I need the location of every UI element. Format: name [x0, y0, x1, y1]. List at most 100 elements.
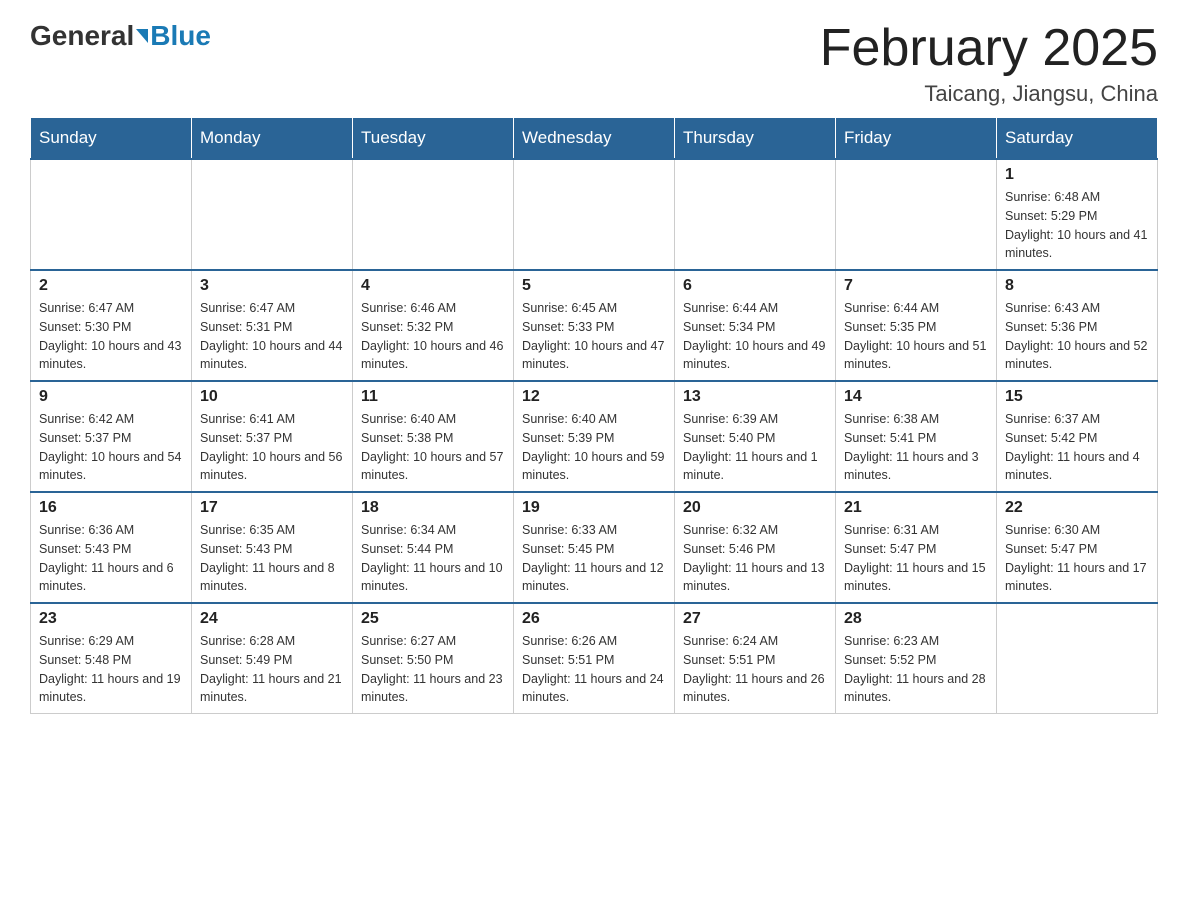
calendar-day-cell: 27 Sunrise: 6:24 AMSunset: 5:51 PMDayligh…: [675, 603, 836, 714]
day-number: 22: [1005, 499, 1149, 517]
day-info: Sunrise: 6:41 AMSunset: 5:37 PMDaylight:…: [200, 410, 344, 485]
day-number: 17: [200, 499, 344, 517]
calendar-day-cell: [675, 159, 836, 270]
day-number: 12: [522, 388, 666, 406]
day-number: 24: [200, 610, 344, 628]
day-info: Sunrise: 6:27 AMSunset: 5:50 PMDaylight:…: [361, 632, 505, 707]
day-number: 23: [39, 610, 183, 628]
calendar-day-cell: 9 Sunrise: 6:42 AMSunset: 5:37 PMDaylight…: [31, 381, 192, 492]
day-info: Sunrise: 6:46 AMSunset: 5:32 PMDaylight:…: [361, 299, 505, 374]
day-info: Sunrise: 6:29 AMSunset: 5:48 PMDaylight:…: [39, 632, 183, 707]
calendar-day-cell: [31, 159, 192, 270]
day-info: Sunrise: 6:33 AMSunset: 5:45 PMDaylight:…: [522, 521, 666, 596]
calendar-day-cell: 7Sunrise: 6:44 AMSunset: 5:35 PMDaylight…: [836, 270, 997, 381]
calendar-day-cell: [997, 603, 1158, 714]
day-info: Sunrise: 6:42 AMSunset: 5:37 PMDaylight:…: [39, 410, 183, 485]
calendar-day-cell: 20 Sunrise: 6:32 AMSunset: 5:46 PMDayligh…: [675, 492, 836, 603]
calendar-day-cell: 10 Sunrise: 6:41 AMSunset: 5:37 PMDayligh…: [192, 381, 353, 492]
calendar-day-cell: 13 Sunrise: 6:39 AMSunset: 5:40 PMDayligh…: [675, 381, 836, 492]
calendar-day-cell: 19 Sunrise: 6:33 AMSunset: 5:45 PMDayligh…: [514, 492, 675, 603]
day-info: Sunrise: 6:47 AMSunset: 5:31 PMDaylight:…: [200, 299, 344, 374]
day-info: Sunrise: 6:43 AMSunset: 5:36 PMDaylight:…: [1005, 299, 1149, 374]
calendar-day-cell: 11Sunrise: 6:40 AMSunset: 5:38 PMDayligh…: [353, 381, 514, 492]
calendar-day-cell: 5 Sunrise: 6:45 AMSunset: 5:33 PMDaylight…: [514, 270, 675, 381]
calendar-day-cell: 2 Sunrise: 6:47 AMSunset: 5:30 PMDaylight…: [31, 270, 192, 381]
day-number: 21: [844, 499, 988, 517]
day-number: 4: [361, 277, 505, 295]
day-of-week-header: Sunday: [31, 118, 192, 160]
day-number: 9: [39, 388, 183, 406]
day-number: 2: [39, 277, 183, 295]
day-info: Sunrise: 6:23 AMSunset: 5:52 PMDaylight:…: [844, 632, 988, 707]
calendar-day-cell: 26Sunrise: 6:26 AMSunset: 5:51 PMDayligh…: [514, 603, 675, 714]
day-info: Sunrise: 6:31 AMSunset: 5:47 PMDaylight:…: [844, 521, 988, 596]
day-info: Sunrise: 6:28 AMSunset: 5:49 PMDaylight:…: [200, 632, 344, 707]
day-of-week-header: Tuesday: [353, 118, 514, 160]
day-number: 3: [200, 277, 344, 295]
calendar-day-cell: 1 Sunrise: 6:48 AMSunset: 5:29 PMDaylight…: [997, 159, 1158, 270]
day-info: Sunrise: 6:48 AMSunset: 5:29 PMDaylight:…: [1005, 188, 1149, 263]
calendar-day-cell: 24 Sunrise: 6:28 AMSunset: 5:49 PMDayligh…: [192, 603, 353, 714]
day-info: Sunrise: 6:24 AMSunset: 5:51 PMDaylight:…: [683, 632, 827, 707]
calendar-day-cell: [192, 159, 353, 270]
day-of-week-header: Friday: [836, 118, 997, 160]
calendar-day-cell: 4 Sunrise: 6:46 AMSunset: 5:32 PMDaylight…: [353, 270, 514, 381]
location-text: Taicang, Jiangsu, China: [820, 81, 1158, 107]
day-number: 15: [1005, 388, 1149, 406]
day-info: Sunrise: 6:32 AMSunset: 5:46 PMDaylight:…: [683, 521, 827, 596]
day-info: Sunrise: 6:35 AMSunset: 5:43 PMDaylight:…: [200, 521, 344, 596]
day-of-week-header: Saturday: [997, 118, 1158, 160]
calendar-day-cell: 21 Sunrise: 6:31 AMSunset: 5:47 PMDayligh…: [836, 492, 997, 603]
day-number: 20: [683, 499, 827, 517]
day-of-week-header: Thursday: [675, 118, 836, 160]
day-info: Sunrise: 6:45 AMSunset: 5:33 PMDaylight:…: [522, 299, 666, 374]
day-info: Sunrise: 6:47 AMSunset: 5:30 PMDaylight:…: [39, 299, 183, 374]
day-number: 27: [683, 610, 827, 628]
calendar-week-row: 9 Sunrise: 6:42 AMSunset: 5:37 PMDaylight…: [31, 381, 1158, 492]
logo-blue-text: Blue: [150, 20, 211, 52]
day-info: Sunrise: 6:40 AMSunset: 5:39 PMDaylight:…: [522, 410, 666, 485]
day-number: 18: [361, 499, 505, 517]
calendar-day-cell: 16 Sunrise: 6:36 AMSunset: 5:43 PMDayligh…: [31, 492, 192, 603]
calendar-day-cell: 23 Sunrise: 6:29 AMSunset: 5:48 PMDayligh…: [31, 603, 192, 714]
calendar-day-cell: 15 Sunrise: 6:37 AMSunset: 5:42 PMDayligh…: [997, 381, 1158, 492]
day-number: 6: [683, 277, 827, 295]
day-of-week-header: Monday: [192, 118, 353, 160]
calendar-header-row: SundayMondayTuesdayWednesdayThursdayFrid…: [31, 118, 1158, 160]
title-section: February 2025 Taicang, Jiangsu, China: [820, 20, 1158, 107]
day-info: Sunrise: 6:34 AMSunset: 5:44 PMDaylight:…: [361, 521, 505, 596]
calendar-day-cell: 14Sunrise: 6:38 AMSunset: 5:41 PMDayligh…: [836, 381, 997, 492]
day-info: Sunrise: 6:37 AMSunset: 5:42 PMDaylight:…: [1005, 410, 1149, 485]
day-info: Sunrise: 6:44 AMSunset: 5:34 PMDaylight:…: [683, 299, 827, 374]
day-info: Sunrise: 6:26 AMSunset: 5:51 PMDaylight:…: [522, 632, 666, 707]
calendar-week-row: 1 Sunrise: 6:48 AMSunset: 5:29 PMDaylight…: [31, 159, 1158, 270]
day-number: 10: [200, 388, 344, 406]
calendar-day-cell: 18 Sunrise: 6:34 AMSunset: 5:44 PMDayligh…: [353, 492, 514, 603]
day-number: 25: [361, 610, 505, 628]
day-number: 14: [844, 388, 988, 406]
day-number: 1: [1005, 166, 1149, 184]
calendar-week-row: 2 Sunrise: 6:47 AMSunset: 5:30 PMDaylight…: [31, 270, 1158, 381]
day-number: 16: [39, 499, 183, 517]
calendar-day-cell: [836, 159, 997, 270]
day-info: Sunrise: 6:36 AMSunset: 5:43 PMDaylight:…: [39, 521, 183, 596]
day-number: 11: [361, 388, 505, 406]
page-header: General Blue February 2025 Taicang, Jian…: [30, 20, 1158, 107]
calendar-week-row: 23 Sunrise: 6:29 AMSunset: 5:48 PMDayligh…: [31, 603, 1158, 714]
calendar-day-cell: 28Sunrise: 6:23 AMSunset: 5:52 PMDayligh…: [836, 603, 997, 714]
month-title: February 2025: [820, 20, 1158, 77]
day-number: 13: [683, 388, 827, 406]
calendar-day-cell: [353, 159, 514, 270]
calendar-day-cell: 6 Sunrise: 6:44 AMSunset: 5:34 PMDaylight…: [675, 270, 836, 381]
calendar-day-cell: 25 Sunrise: 6:27 AMSunset: 5:50 PMDayligh…: [353, 603, 514, 714]
calendar-day-cell: 17 Sunrise: 6:35 AMSunset: 5:43 PMDayligh…: [192, 492, 353, 603]
calendar-day-cell: 3 Sunrise: 6:47 AMSunset: 5:31 PMDaylight…: [192, 270, 353, 381]
day-of-week-header: Wednesday: [514, 118, 675, 160]
day-number: 5: [522, 277, 666, 295]
calendar-day-cell: 8Sunrise: 6:43 AMSunset: 5:36 PMDaylight…: [997, 270, 1158, 381]
calendar-day-cell: 12 Sunrise: 6:40 AMSunset: 5:39 PMDayligh…: [514, 381, 675, 492]
day-number: 7: [844, 277, 988, 295]
day-info: Sunrise: 6:39 AMSunset: 5:40 PMDaylight:…: [683, 410, 827, 485]
day-number: 19: [522, 499, 666, 517]
day-info: Sunrise: 6:30 AMSunset: 5:47 PMDaylight:…: [1005, 521, 1149, 596]
